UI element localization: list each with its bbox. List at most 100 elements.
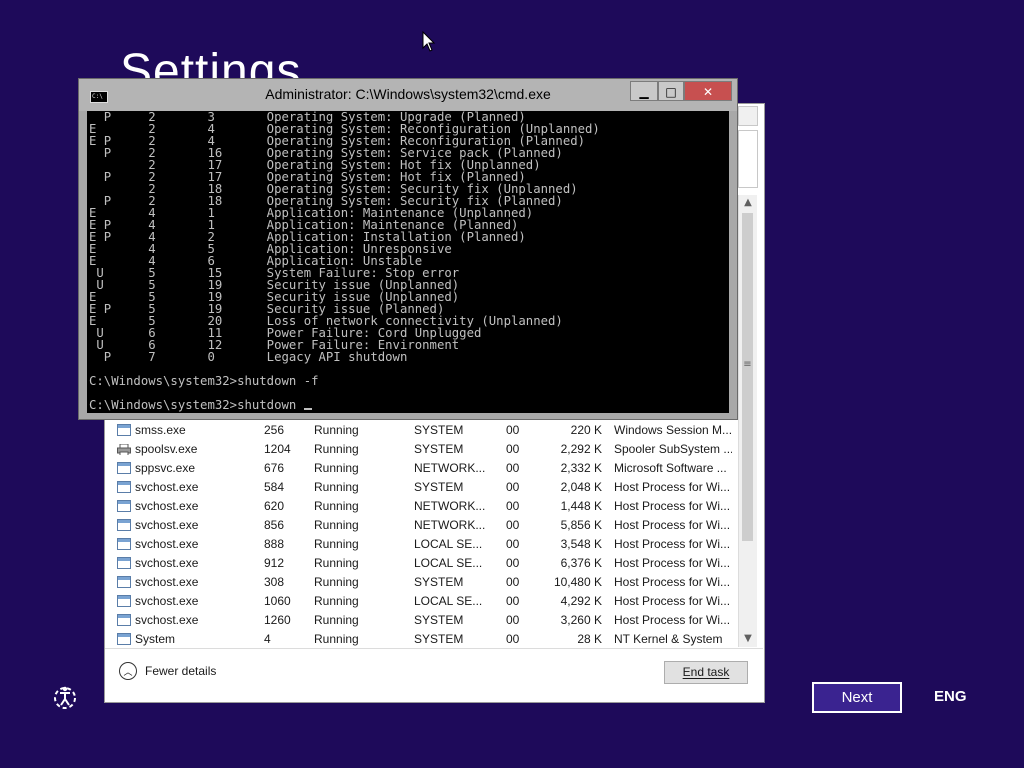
- process-description: Host Process for Wi...: [614, 613, 731, 627]
- process-memory: 2,292 K: [560, 442, 602, 456]
- process-name: svchost.exe: [135, 613, 199, 627]
- process-pid: 1204: [264, 442, 291, 456]
- process-memory: 28 K: [577, 632, 602, 646]
- process-status: Running: [314, 575, 359, 589]
- table-row[interactable]: sppsvc.exe 676 Running NETWORK... 00 2,332 KM…: [112, 459, 736, 478]
- process-status: Running: [314, 518, 359, 532]
- text-cursor-icon: [303, 408, 312, 410]
- process-memory: 1,448 K: [560, 499, 602, 513]
- process-description: Host Process for Wi...: [614, 556, 731, 570]
- app-window-icon: [117, 481, 131, 493]
- process-memory: 2,332 K: [560, 461, 602, 475]
- scroll-up-icon[interactable]: ▲: [739, 195, 757, 211]
- process-name: svchost.exe: [135, 480, 199, 494]
- process-name: System: [135, 632, 176, 646]
- process-description: Host Process for Wi...: [614, 537, 731, 551]
- console-line: C:\Windows\system32>shutdown -f: [89, 374, 319, 388]
- table-row[interactable]: svchost.exe 912 Running LOCAL SE... 00 6,376 …: [112, 554, 736, 573]
- fewer-details-label: Fewer details: [145, 664, 217, 678]
- process-description: NT Kernel & System: [614, 632, 723, 646]
- table-row[interactable]: System 4 Running SYSTEM 00 28 K NT Kernel & Sy…: [112, 630, 736, 649]
- process-status: Running: [314, 423, 359, 437]
- process-pid: 4: [264, 632, 271, 646]
- console-text: P 2 3 Operating System: Upgrade (Planned…: [89, 111, 600, 411]
- app-window-icon: [117, 614, 131, 626]
- ease-of-access-icon[interactable]: [52, 684, 78, 710]
- table-row[interactable]: svchost.exe 620 Running NETWORK... 00 1,448 K…: [112, 497, 736, 516]
- task-manager-footer: ︿ Fewer details End task: [105, 648, 763, 701]
- process-pid: 256: [264, 423, 285, 437]
- app-window-icon: [117, 538, 131, 550]
- process-description: Host Process for Wi...: [614, 518, 731, 532]
- table-row[interactable]: svchost.exe 308 Running SYSTEM 00 10,480 K Hos…: [112, 573, 736, 592]
- process-name: svchost.exe: [135, 556, 199, 570]
- cmd-window[interactable]: C:\ Administrator: C:\Windows\system32\c…: [78, 78, 738, 420]
- cmd-title-bar[interactable]: C:\ Administrator: C:\Windows\system32\c…: [79, 79, 737, 111]
- task-manager-edge-control[interactable]: [738, 106, 758, 126]
- console-line: P 7 0 Legacy API shutdown: [89, 350, 408, 364]
- process-user: SYSTEM: [414, 423, 464, 437]
- minimize-button[interactable]: ▁: [630, 81, 658, 101]
- process-status: Running: [314, 480, 359, 494]
- process-pid: 308: [264, 575, 285, 589]
- process-user: LOCAL SE...: [414, 594, 483, 608]
- process-user: SYSTEM: [414, 480, 464, 494]
- process-memory: 5,856 K: [560, 518, 602, 532]
- process-name: smss.exe: [135, 423, 186, 437]
- table-row[interactable]: svchost.exe 584 Running SYSTEM 00 2,048 K Host…: [112, 478, 736, 497]
- table-row[interactable]: svchost.exe 856 Running NETWORK... 00 5,856 K…: [112, 516, 736, 535]
- app-window-icon: [117, 633, 131, 645]
- scrollbar-thumb[interactable]: [742, 213, 753, 541]
- process-name: svchost.exe: [135, 499, 199, 513]
- table-row[interactable]: svchost.exe 1060 Running LOCAL SE... 00 4,292…: [112, 592, 736, 611]
- process-description: Microsoft Software ...: [614, 461, 727, 475]
- process-memory: 10,480 K: [553, 575, 602, 589]
- fewer-details-button[interactable]: ︿ Fewer details: [119, 662, 216, 680]
- process-name: sppsvc.exe: [135, 461, 196, 475]
- app-window-icon: [117, 557, 131, 569]
- process-user: SYSTEM: [414, 575, 464, 589]
- process-user: SYSTEM: [414, 442, 464, 456]
- process-memory: 6,376 K: [560, 556, 602, 570]
- scroll-down-icon[interactable]: ▼: [739, 631, 757, 647]
- process-description: Host Process for Wi...: [614, 480, 731, 494]
- app-window-icon: [117, 595, 131, 607]
- language-indicator[interactable]: ENG: [934, 688, 967, 705]
- app-window-icon: [117, 519, 131, 531]
- process-name: svchost.exe: [135, 594, 199, 608]
- process-list-scrollbar[interactable]: ▲ ≡ ▼: [738, 195, 757, 647]
- process-memory: 220 K: [570, 423, 602, 437]
- maximize-button[interactable]: □: [658, 81, 684, 101]
- app-window-icon: [117, 500, 131, 512]
- process-memory: 2,048 K: [560, 480, 602, 494]
- process-name: spoolsv.exe: [135, 442, 198, 456]
- table-row[interactable]: svchost.exe 1260 Running SYSTEM 00 3,260 K Hos…: [112, 611, 736, 630]
- process-status: Running: [314, 594, 359, 608]
- process-pid: 1260: [264, 613, 291, 627]
- process-pid: 676: [264, 461, 285, 475]
- app-window-icon: [117, 424, 131, 436]
- process-status: Running: [314, 442, 359, 456]
- printer-icon: [117, 443, 131, 455]
- process-pid: 856: [264, 518, 285, 532]
- process-name: svchost.exe: [135, 575, 199, 589]
- process-description: Host Process for Wi...: [614, 499, 731, 513]
- chevron-up-icon: ︿: [119, 662, 137, 680]
- task-manager-edge-panel: [738, 130, 758, 188]
- table-row[interactable]: spoolsv.exe 1204 Running SYSTEM 00 2,292 K Spo…: [112, 440, 736, 459]
- process-description: Host Process for Wi...: [614, 575, 731, 589]
- end-task-button[interactable]: End task: [664, 661, 748, 684]
- table-row[interactable]: svchost.exe 888 Running LOCAL SE... 00 3,548 …: [112, 535, 736, 554]
- process-description: Spooler SubSystem ...: [614, 442, 732, 456]
- table-row[interactable]: smss.exe 256 Running SYSTEM 00 220 K Windows S…: [112, 421, 736, 440]
- next-button[interactable]: Next: [812, 682, 902, 713]
- process-memory: 4,292 K: [560, 594, 602, 608]
- process-user: NETWORK...: [414, 499, 486, 513]
- process-user: LOCAL SE...: [414, 556, 483, 570]
- cmd-console-output[interactable]: P 2 3 Operating System: Upgrade (Planned…: [87, 111, 729, 413]
- process-memory: 3,548 K: [560, 537, 602, 551]
- process-pid: 888: [264, 537, 285, 551]
- process-status: Running: [314, 499, 359, 513]
- close-button[interactable]: ✕: [684, 81, 732, 101]
- app-window-icon: [117, 576, 131, 588]
